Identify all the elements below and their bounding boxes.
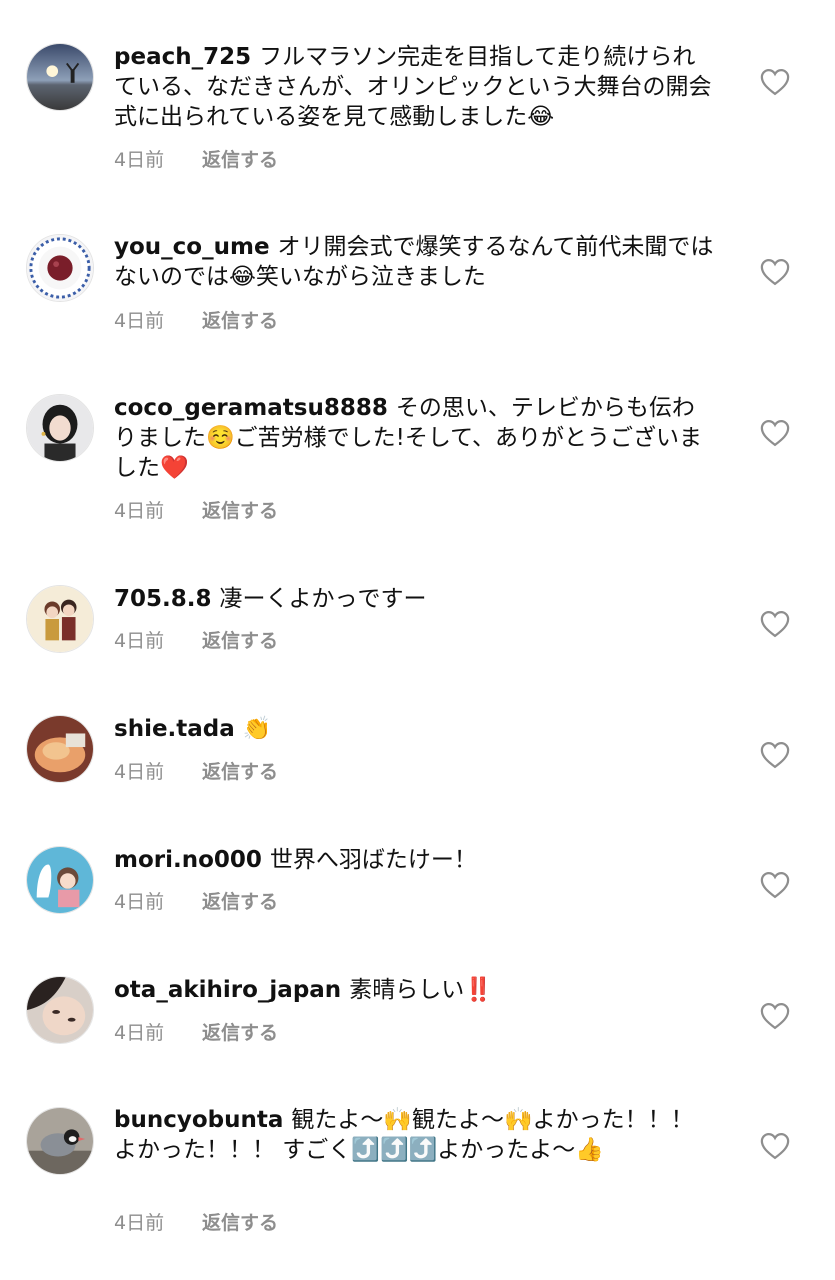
avatar[interactable] bbox=[26, 394, 94, 462]
comment-meta: 4日前 返信する bbox=[114, 760, 278, 784]
comment-timestamp: 4日前 bbox=[114, 891, 165, 913]
comment-body: coco_geramatsu8888 その思い、テレビからも伝わりました☺️ご苦労… bbox=[114, 393, 714, 483]
comment-username[interactable]: ota_akihiro_japan bbox=[114, 977, 341, 1003]
comment-text: 素晴らしい‼️ bbox=[349, 977, 493, 1003]
comment-text: 👏 bbox=[242, 716, 272, 742]
comment-body: you_co_ume オリ開会式で爆笑するなんて前代未聞ではないのでは😂笑いながら… bbox=[114, 232, 714, 292]
like-heart-icon[interactable] bbox=[760, 1132, 790, 1160]
comment-username[interactable]: 705.8.8 bbox=[114, 586, 212, 612]
like-heart-icon[interactable] bbox=[760, 1002, 790, 1030]
like-heart-icon[interactable] bbox=[760, 419, 790, 447]
like-heart-icon[interactable] bbox=[760, 258, 790, 286]
comment-meta: 4日前 返信する bbox=[114, 309, 278, 333]
like-heart-icon[interactable] bbox=[760, 741, 790, 769]
girl-illustration-avatar bbox=[27, 847, 93, 913]
face-closeup-avatar bbox=[27, 977, 93, 1043]
java-sparrow-avatar bbox=[27, 1108, 93, 1174]
avatar[interactable] bbox=[26, 43, 94, 111]
umeboshi-plate-avatar bbox=[27, 235, 93, 301]
couple-illustration-avatar bbox=[27, 586, 93, 652]
reply-button[interactable]: 返信する bbox=[202, 891, 278, 913]
comment-username[interactable]: you_co_ume bbox=[114, 234, 270, 260]
like-heart-icon[interactable] bbox=[760, 871, 790, 899]
comment-timestamp: 4日前 bbox=[114, 500, 165, 522]
comment-body: shie.tada 👏 bbox=[114, 714, 714, 744]
comment-username[interactable]: coco_geramatsu8888 bbox=[114, 395, 388, 421]
avatar[interactable] bbox=[26, 234, 94, 302]
comment-body: buncyobunta 観たよ〜🙌観たよ〜🙌よかった！！！よかった！！！ すごく⤴… bbox=[114, 1105, 714, 1165]
reply-button[interactable]: 返信する bbox=[202, 149, 278, 171]
reply-button[interactable]: 返信する bbox=[202, 500, 278, 522]
reply-button[interactable]: 返信する bbox=[202, 761, 278, 783]
sunset-beach-avatar bbox=[27, 44, 93, 110]
comment-body: 705.8.8 凄ーくよかっですー bbox=[114, 584, 714, 614]
comment-meta: 4日前 返信する bbox=[114, 499, 278, 523]
comment-username[interactable]: shie.tada bbox=[114, 716, 235, 742]
comment-timestamp: 4日前 bbox=[114, 310, 165, 332]
reply-button[interactable]: 返信する bbox=[202, 630, 278, 652]
avatar[interactable] bbox=[26, 846, 94, 914]
comment-body: ota_akihiro_japan 素晴らしい‼️ bbox=[114, 975, 714, 1005]
avatar[interactable] bbox=[26, 715, 94, 783]
comment-text: 世界へ羽ばたけー！ bbox=[269, 847, 477, 873]
like-heart-icon[interactable] bbox=[760, 68, 790, 96]
comment-timestamp: 4日前 bbox=[114, 761, 165, 783]
comment-username[interactable]: buncyobunta bbox=[114, 1107, 283, 1133]
like-heart-icon[interactable] bbox=[760, 610, 790, 638]
comment-meta: 4日前 返信する bbox=[114, 629, 278, 653]
reply-button[interactable]: 返信する bbox=[202, 310, 278, 332]
food-photo-avatar bbox=[27, 716, 93, 782]
comment-username[interactable]: mori.no000 bbox=[114, 847, 262, 873]
comment-meta: 4日前 返信する bbox=[114, 1211, 278, 1235]
comment-meta: 4日前 返信する bbox=[114, 890, 278, 914]
comment-username[interactable]: peach_725 bbox=[114, 44, 251, 70]
comment-timestamp: 4日前 bbox=[114, 1022, 165, 1044]
reply-button[interactable]: 返信する bbox=[202, 1212, 278, 1234]
person-portrait-avatar bbox=[27, 395, 93, 461]
comment-text: 凄ーくよかっですー bbox=[219, 586, 427, 612]
avatar[interactable] bbox=[26, 976, 94, 1044]
reply-button[interactable]: 返信する bbox=[202, 1022, 278, 1044]
comment-meta: 4日前 返信する bbox=[114, 1021, 278, 1045]
comment-timestamp: 4日前 bbox=[114, 630, 165, 652]
comment-timestamp: 4日前 bbox=[114, 1212, 165, 1234]
avatar[interactable] bbox=[26, 585, 94, 653]
comment-meta: 4日前 返信する bbox=[114, 148, 278, 172]
comment-body: mori.no000 世界へ羽ばたけー！ bbox=[114, 845, 714, 875]
comment-timestamp: 4日前 bbox=[114, 149, 165, 171]
avatar[interactable] bbox=[26, 1107, 94, 1175]
comment-body: peach_725 フルマラソン完走を目指して走り続けられている、なだきさんが、オ… bbox=[114, 42, 714, 132]
